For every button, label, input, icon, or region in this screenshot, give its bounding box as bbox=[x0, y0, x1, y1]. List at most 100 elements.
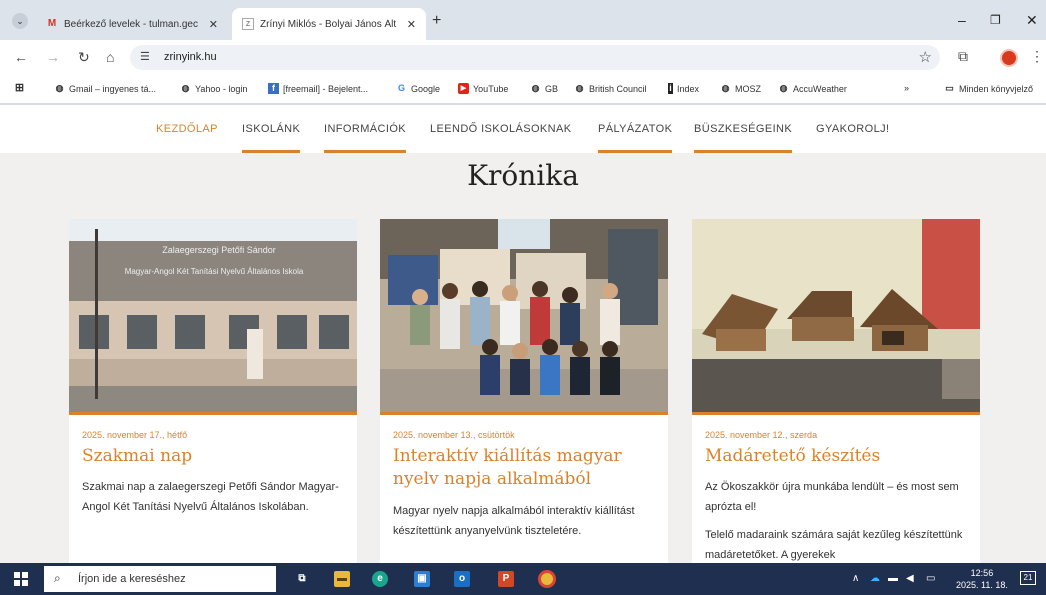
tab-title: Beérkező levelek - tulman.gec bbox=[64, 18, 198, 30]
home-button[interactable]: ⌂ bbox=[106, 49, 114, 65]
nav-iskolank[interactable]: ISKOLÁNK bbox=[242, 123, 301, 153]
powerpoint-icon[interactable]: P bbox=[498, 571, 514, 587]
menu-dots-icon[interactable]: ⋮ bbox=[1030, 48, 1044, 65]
nav-label: LEENDŐ ISKOLÁSOKNAK bbox=[430, 123, 572, 135]
windows-start-icon[interactable] bbox=[14, 572, 28, 586]
bookmark-label: Yahoo - login bbox=[195, 83, 248, 94]
nav-underline bbox=[694, 150, 793, 153]
building-sign-line2: Magyar-Angol Két Tanítási Nyelvű Általán… bbox=[125, 267, 304, 276]
card-title[interactable]: Madáretető készítés bbox=[705, 445, 967, 468]
extensions-icon[interactable]: ⧉ bbox=[958, 48, 968, 65]
back-button[interactable]: ← bbox=[14, 49, 28, 65]
profile-avatar[interactable] bbox=[1000, 49, 1018, 67]
nav-informaciok[interactable]: INFORMÁCIÓK bbox=[324, 123, 407, 153]
apps-grid-glyph: ⊞ bbox=[14, 82, 25, 94]
bookmark-label: YouTube bbox=[473, 83, 509, 94]
file-explorer-icon[interactable]: ▬ bbox=[334, 571, 350, 587]
bookmark-label: Minden könyvjelző bbox=[959, 83, 1034, 94]
taskbar-clock[interactable]: 12:56 2025. 11. 18. bbox=[956, 567, 1008, 591]
windows-taskbar: ⌕ Írjon ide a kereséshez ⧉ ▬ e ▣ o P ∧ ☁… bbox=[0, 563, 1046, 595]
bookmark-youtube[interactable]: ▶ YouTube bbox=[458, 83, 508, 94]
card-title[interactable]: Interaktív kiállítás magyar nyelv napja … bbox=[393, 445, 655, 491]
reload-button[interactable]: ↻ bbox=[78, 49, 90, 65]
edge-icon[interactable]: e bbox=[372, 571, 388, 587]
bookmark-label: [freemail] - Bejelent... bbox=[283, 83, 369, 94]
tab-gmail[interactable]: M Beérkező levelek - tulman.gec ✕ bbox=[36, 8, 228, 40]
nav-buszkesegeink[interactable]: BÜSZKESÉGEINK bbox=[694, 123, 793, 153]
tray-overflow-icon[interactable]: ∧ bbox=[852, 573, 859, 584]
card-photo-school-building[interactable]: Zalaegerszegi Petőfi Sándor Magyar-Angol… bbox=[69, 219, 357, 412]
nav-label: PÁLYÁZATOK bbox=[598, 123, 673, 135]
news-card[interactable]: Zalaegerszegi Petőfi Sándor Magyar-Angol… bbox=[69, 219, 357, 563]
window-close-button[interactable]: ✕ bbox=[1026, 12, 1038, 28]
nav-palyazatok[interactable]: PÁLYÁZATOK bbox=[598, 123, 673, 153]
card-accent-bar bbox=[380, 412, 668, 415]
google-icon: G bbox=[397, 83, 405, 93]
youtube-icon: ▶ bbox=[458, 83, 469, 94]
tab-search-icon[interactable]: ⌄ bbox=[12, 13, 28, 29]
bookmark-label: GB bbox=[545, 83, 559, 94]
taskbar-search-box[interactable]: ⌕ Írjon ide a kereséshez bbox=[44, 566, 276, 592]
apps-grid-icon[interactable]: ⊞ bbox=[14, 83, 29, 94]
bookmark-label: AccuWeather bbox=[793, 83, 847, 94]
site-info-icon[interactable]: ☰ bbox=[140, 50, 150, 63]
close-icon[interactable]: ✕ bbox=[209, 18, 218, 31]
network-icon[interactable]: ☁ bbox=[870, 573, 880, 584]
chrome-icon[interactable] bbox=[538, 570, 556, 588]
nav-underline bbox=[242, 150, 301, 153]
restore-button[interactable]: ❐ bbox=[990, 12, 1001, 28]
nav-gyakorolj[interactable]: GYAKOROLJ! bbox=[816, 123, 889, 135]
bookmark-index[interactable]: i Index bbox=[668, 83, 699, 94]
globe-icon: ◍ bbox=[575, 83, 584, 93]
bookmark-star-icon[interactable]: ☆ bbox=[919, 48, 932, 66]
nav-label: BÜSZKESÉGEINK bbox=[694, 123, 793, 135]
bookmark-gmail[interactable]: ◍ Gmail – ingyenes tá... bbox=[54, 83, 156, 94]
bookmark-gb[interactable]: ◍ GB bbox=[530, 83, 558, 94]
bookmark-google[interactable]: G Google bbox=[396, 83, 440, 94]
globe-icon: ◍ bbox=[721, 83, 730, 93]
bookmark-mosz[interactable]: ◍ MOSZ bbox=[720, 83, 761, 94]
globe-icon: ◍ bbox=[55, 83, 64, 93]
task-view-icon[interactable]: ⧉ bbox=[294, 571, 310, 587]
notification-center-icon[interactable]: 21 bbox=[1020, 571, 1036, 585]
tab-school-site[interactable]: Z Zrínyi Miklós - Bolyai János Ált ✕ bbox=[232, 8, 426, 40]
nav-leendo-iskolasoknak[interactable]: LEENDŐ ISKOLÁSOKNAK bbox=[430, 123, 571, 135]
clock-time: 12:56 bbox=[970, 568, 994, 578]
card-photo-bird-feeders[interactable] bbox=[692, 219, 980, 412]
new-tab-button[interactable]: + bbox=[432, 13, 441, 29]
card-accent-bar bbox=[69, 412, 357, 415]
school-favicon: Z bbox=[242, 18, 254, 30]
volume-icon[interactable]: ◀ bbox=[906, 573, 914, 584]
news-card[interactable]: 2025. november 12., szerda Madáretető ké… bbox=[692, 219, 980, 563]
bookmark-accuweather[interactable]: ◍ AccuWeather bbox=[778, 83, 847, 94]
news-card[interactable]: 2025. november 13., csütörtök Interaktív… bbox=[380, 219, 668, 563]
all-bookmarks-folder[interactable]: ▭ Minden könyvjelző bbox=[944, 83, 1033, 94]
url-text: zrinyink.hu bbox=[164, 51, 217, 63]
nav-label: ISKOLÁNK bbox=[242, 123, 301, 135]
store-icon[interactable]: ▣ bbox=[414, 571, 430, 587]
bookmark-yahoo[interactable]: ◍ Yahoo - login bbox=[180, 83, 248, 94]
bookmark-label: British Council bbox=[589, 83, 647, 94]
bookmarks-overflow-icon[interactable]: » bbox=[904, 83, 909, 93]
outlook-icon[interactable]: o bbox=[454, 571, 470, 587]
bookmark-freemail[interactable]: f [freemail] - Bejelent... bbox=[268, 83, 368, 94]
clock-date: 2025. 11. 18. bbox=[956, 580, 1008, 590]
battery-icon[interactable]: ▬ bbox=[888, 573, 898, 584]
address-bar[interactable]: ☰ zrinyink.hu ☆ bbox=[130, 45, 940, 70]
forward-button[interactable]: → bbox=[46, 49, 60, 65]
card-excerpt: Az Ökoszakkör újra munkába lendült – és … bbox=[705, 481, 959, 513]
web-page: KEZDŐLAP ISKOLÁNK INFORMÁCIÓK LEENDŐ ISK… bbox=[0, 105, 1046, 563]
nav-kezdolap[interactable]: KEZDŐLAP bbox=[156, 123, 218, 135]
nav-label: GYAKOROLJ! bbox=[816, 123, 890, 135]
card-date: 2025. november 17., hétfő bbox=[82, 430, 188, 440]
minimize-button[interactable]: – bbox=[958, 12, 966, 28]
card-title[interactable]: Szakmai nap bbox=[82, 445, 344, 468]
close-icon[interactable]: ✕ bbox=[407, 18, 416, 31]
nav-underline bbox=[324, 150, 407, 153]
bookmark-british-council[interactable]: ◍ British Council bbox=[574, 83, 647, 94]
keyboard-icon[interactable]: ▭ bbox=[926, 573, 935, 584]
globe-icon: ◍ bbox=[181, 83, 190, 93]
card-photo-exhibition-group[interactable] bbox=[380, 219, 668, 412]
nav-label: KEZDŐLAP bbox=[156, 123, 218, 135]
bookmarks-bar: ⊞ ◍ Gmail – ingyenes tá... ◍ Yahoo - login… bbox=[0, 74, 1046, 104]
